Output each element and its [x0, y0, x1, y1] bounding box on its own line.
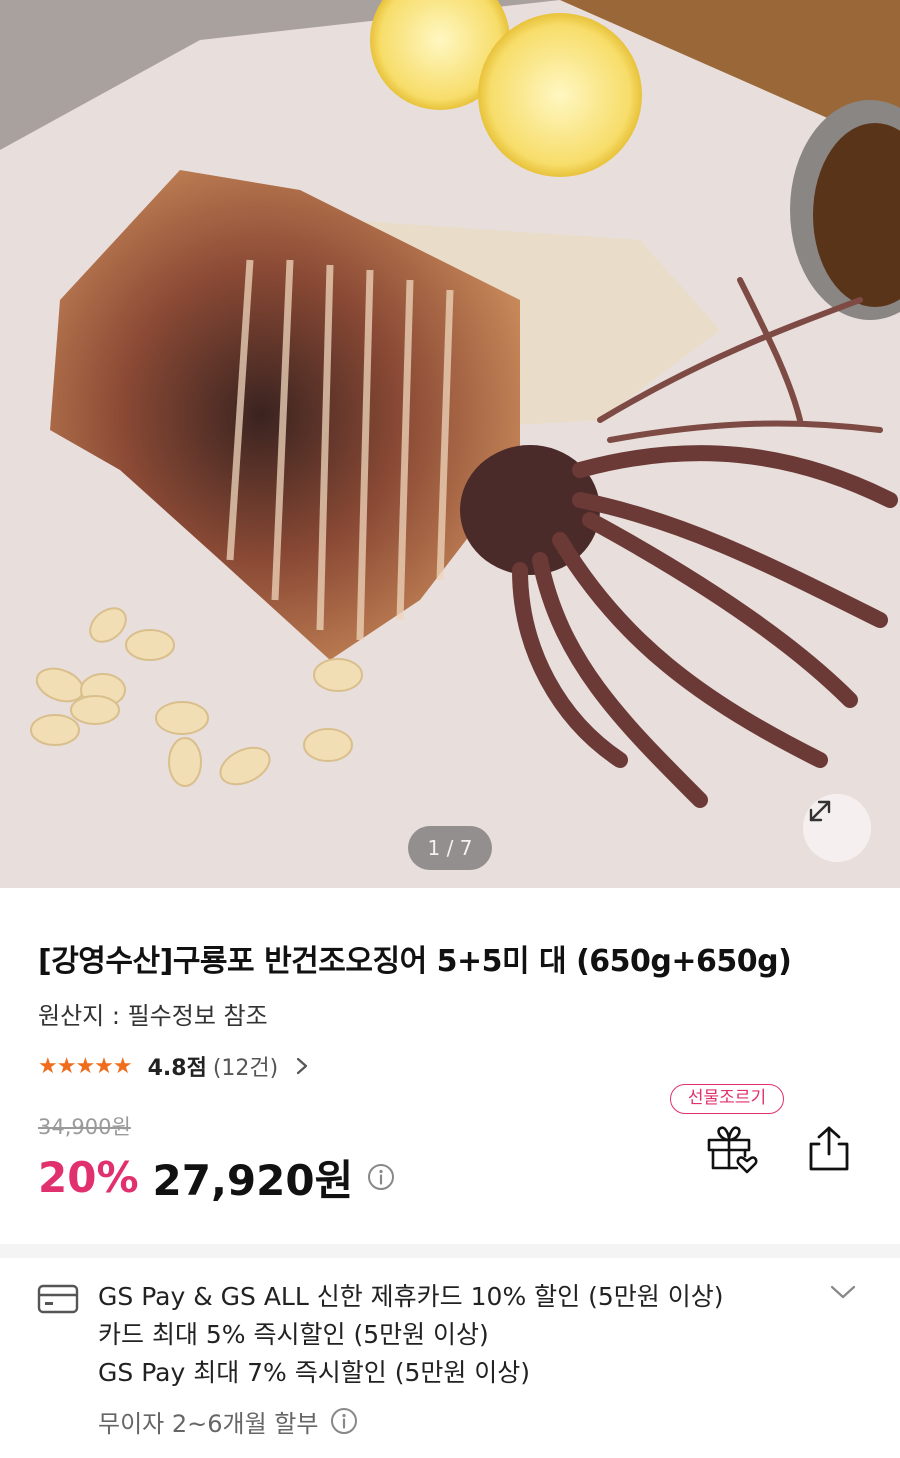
card-benefits[interactable]: GS Pay & GS ALL 신한 제휴카드 10% 할인 (5만원 이상) … [98, 1278, 723, 1392]
sale-price: 27,920원 [152, 1155, 354, 1205]
discount-rate: 20% [38, 1152, 139, 1202]
installment-text: 무이자 2~6개월 할부 [98, 1409, 319, 1438]
rating-score: 4.8점 [147, 1056, 207, 1081]
product-origin: 원산지 : 필수정보 참조 [38, 1002, 268, 1030]
expand-icon [809, 800, 831, 822]
rating-stars: ★★★★★ [38, 1053, 133, 1079]
product-image-gallery[interactable]: 1 / 7 [0, 0, 900, 888]
review-count: (12건) [212, 1056, 279, 1081]
installment-info-icon[interactable] [330, 1407, 358, 1435]
chevron-right-icon [297, 1057, 308, 1075]
share-icon[interactable] [805, 1124, 853, 1178]
gift-request-badge[interactable]: 선물조르기 [670, 1084, 784, 1114]
expand-image-button[interactable] [803, 794, 871, 862]
chevron-down-icon[interactable] [828, 1282, 858, 1306]
rating-link[interactable]: ★★★★★ 4.8점 (12건) [38, 1050, 310, 1082]
original-price: 34,900원 [38, 1115, 131, 1139]
benefit-line: 카드 최대 5% 즉시할인 (5만원 이상) [98, 1320, 489, 1349]
image-counter: 1 / 7 [408, 826, 492, 870]
product-image [0, 0, 900, 888]
section-divider [0, 1244, 900, 1258]
benefit-line: GS Pay 최대 7% 즉시할인 (5만원 이상) [98, 1358, 531, 1387]
credit-card-icon [36, 1282, 80, 1320]
product-title: [강영수산]구룡포 반건조오징어 5+5미 대 (650g+650g) [38, 944, 792, 979]
price-info-icon[interactable] [367, 1163, 395, 1191]
installment-info: 무이자 2~6개월 할부 [98, 1401, 358, 1441]
price-row: 20% 27,920원 [38, 1150, 395, 1205]
gift-heart-icon[interactable] [703, 1122, 759, 1182]
benefit-line: GS Pay & GS ALL 신한 제휴카드 10% 할인 (5만원 이상) [98, 1282, 724, 1311]
